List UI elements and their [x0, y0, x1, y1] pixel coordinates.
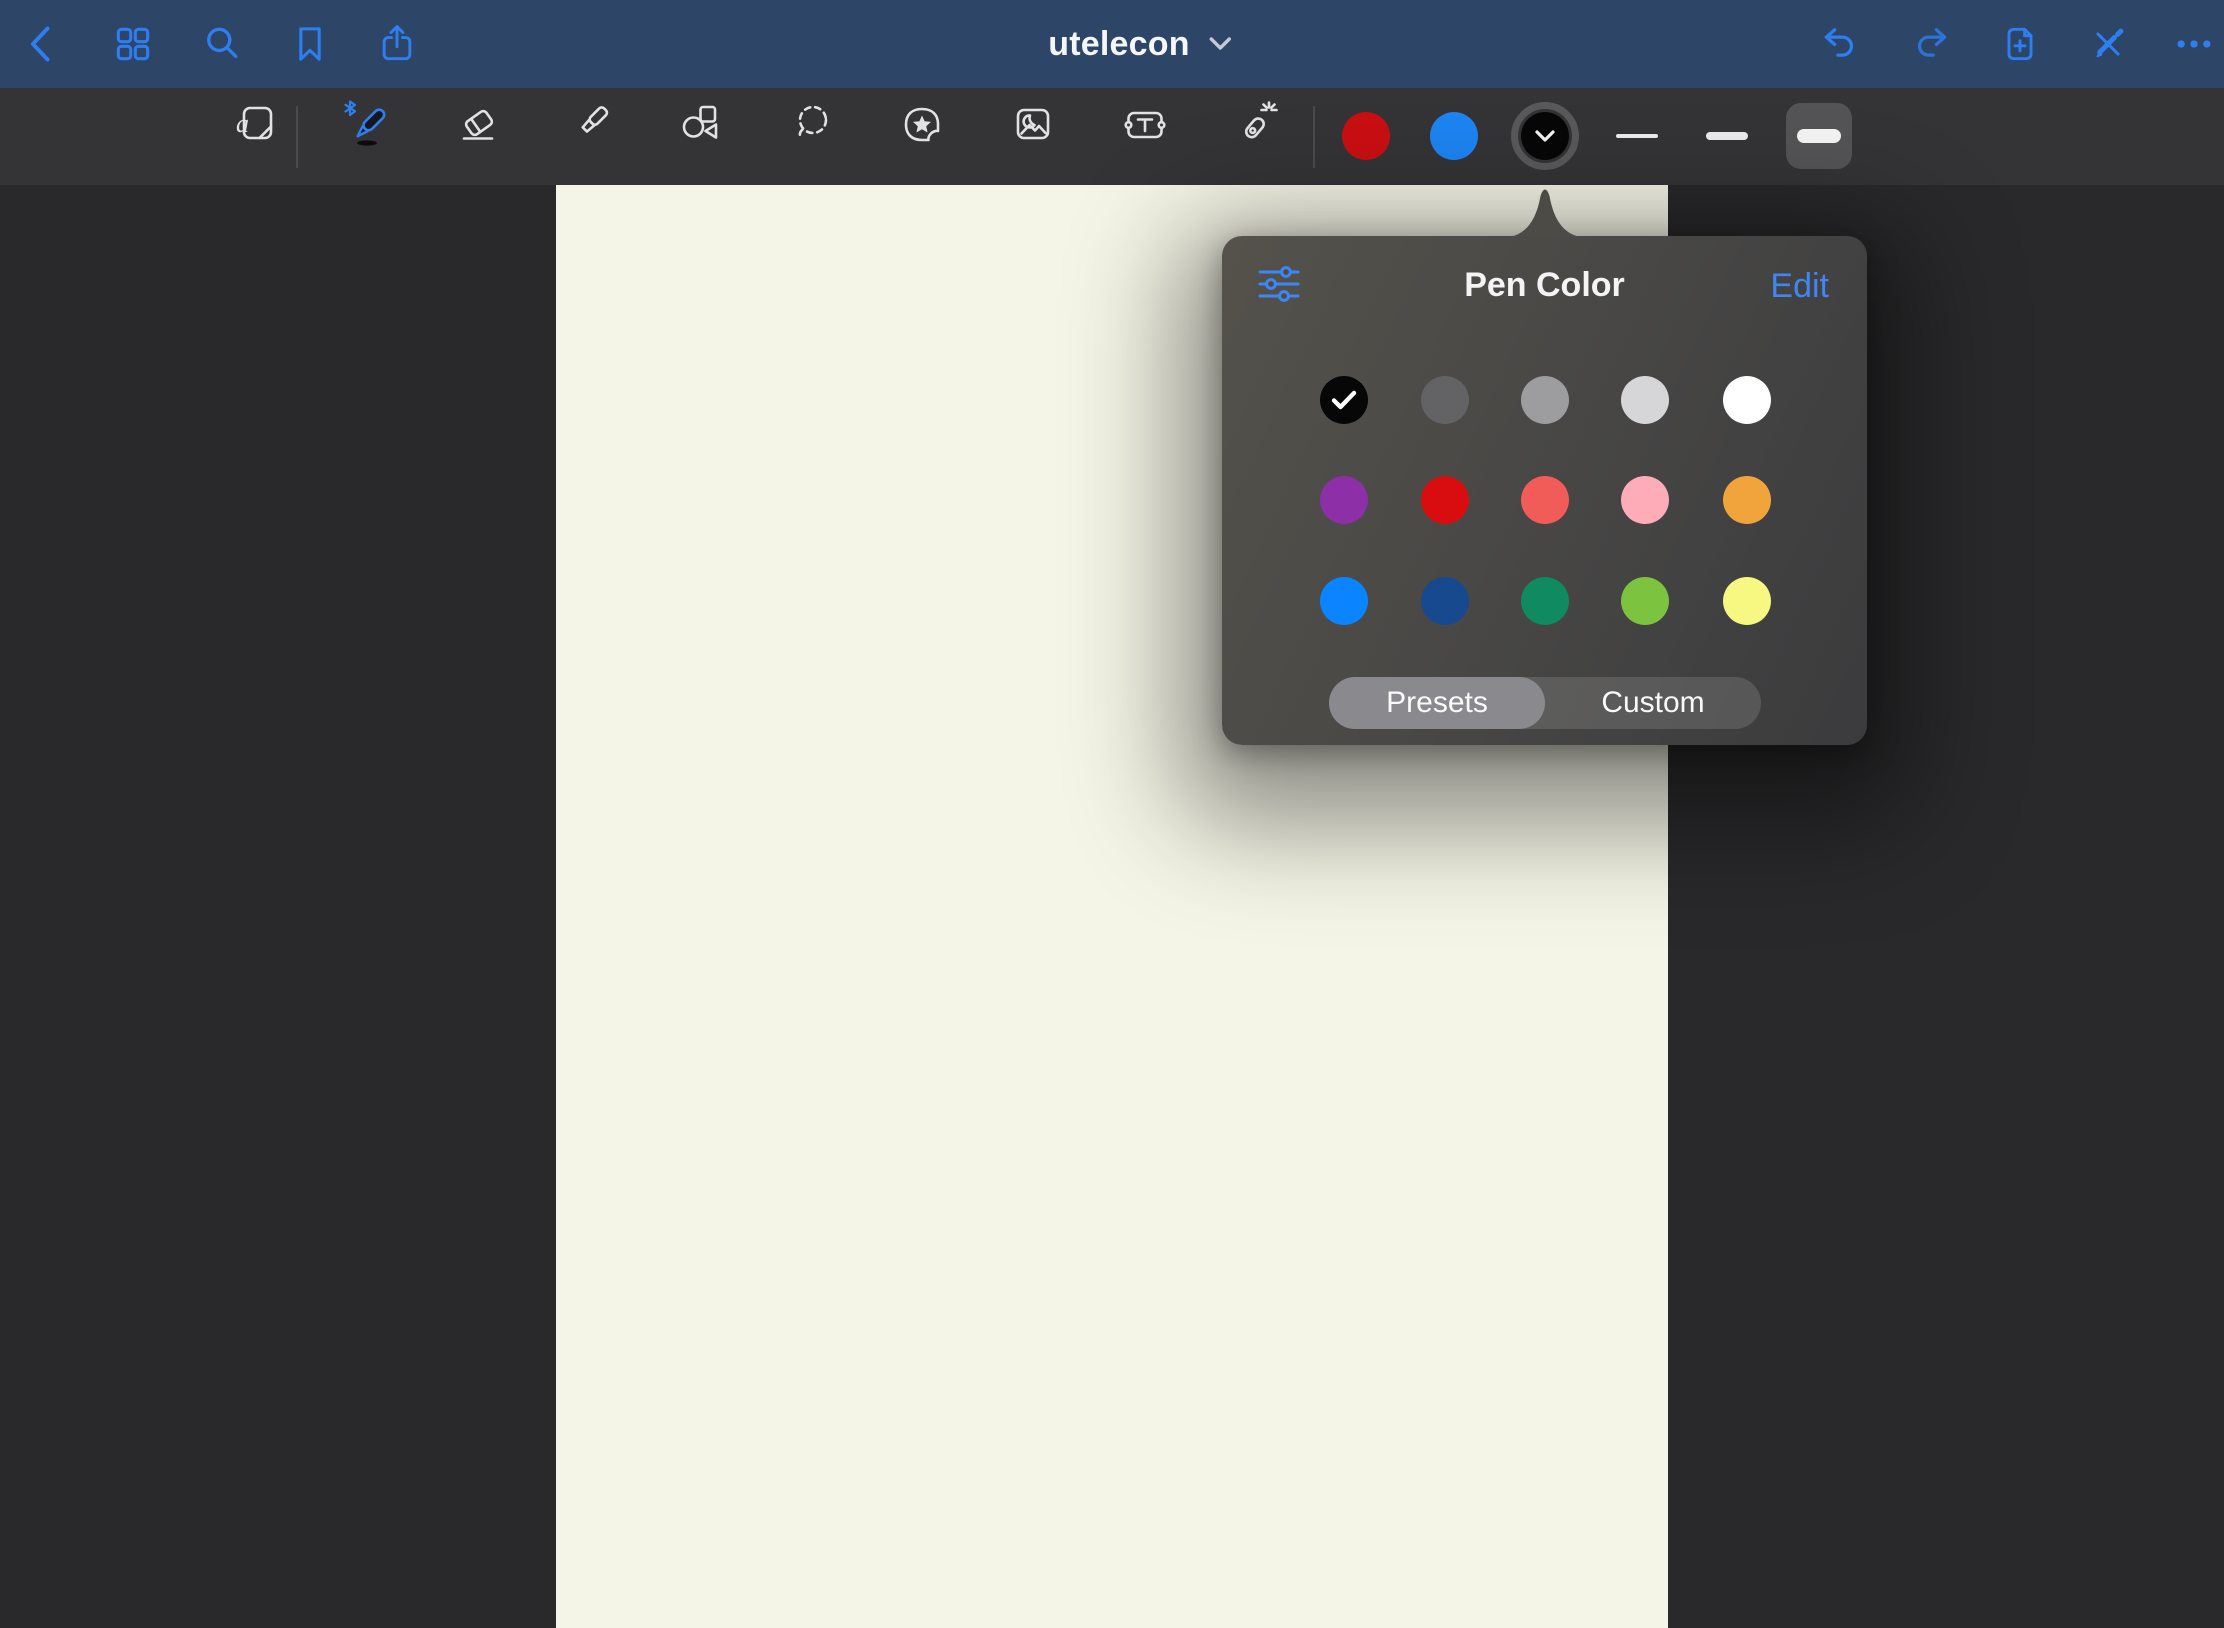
thumbnails-grid-icon[interactable] [111, 22, 155, 66]
popover-header: Pen Color Edit [1222, 236, 1867, 332]
document-title-group[interactable]: utelecon [1048, 0, 1231, 88]
thickness-thin-button[interactable] [1613, 112, 1661, 160]
swatch-coral[interactable] [1521, 476, 1569, 524]
swatch-red[interactable] [1421, 476, 1469, 524]
bookmark-icon[interactable] [288, 22, 332, 66]
chevron-down-icon [1535, 130, 1555, 143]
swatch-orange[interactable] [1723, 476, 1771, 524]
top-navigation-bar: utelecon [0, 0, 2224, 88]
swatch-blue[interactable] [1320, 577, 1368, 625]
swatch-navy[interactable] [1421, 577, 1469, 625]
medium-line [1706, 132, 1748, 140]
toolbar-divider [1313, 106, 1315, 168]
swatch-dark-gray[interactable] [1421, 376, 1469, 424]
pen-tool[interactable] [341, 100, 389, 148]
toolbar-color-red[interactable] [1342, 112, 1390, 160]
elements-tool[interactable] [898, 100, 946, 148]
document-title: utelecon [1048, 25, 1189, 64]
toolbar-divider [296, 106, 298, 168]
thick-line [1797, 129, 1841, 143]
more-ellipsis-icon[interactable] [2172, 22, 2216, 66]
color-mode-segmented-control: Presets Custom [1329, 677, 1761, 729]
back-icon[interactable] [21, 22, 65, 66]
swatch-pale-yellow[interactable] [1723, 577, 1771, 625]
tool-bar: a [0, 88, 2224, 185]
swatch-gray[interactable] [1521, 376, 1569, 424]
text-tool[interactable] [1121, 100, 1169, 148]
share-icon[interactable] [375, 22, 419, 66]
shapes-tool[interactable] [676, 100, 724, 148]
swatch-pink[interactable] [1621, 476, 1669, 524]
swatch-teal-green[interactable] [1521, 577, 1569, 625]
selected-check-icon [1331, 390, 1357, 410]
image-tool[interactable] [1009, 100, 1057, 148]
laser-pointer-tool[interactable] [1232, 100, 1280, 148]
popover-arrow [1509, 188, 1581, 237]
pen-color-popover: Pen Color Edit Presets Custom [1222, 236, 1867, 745]
svg-text:a: a [236, 109, 249, 138]
undo-icon[interactable] [1820, 22, 1864, 66]
redo-icon[interactable] [1907, 22, 1951, 66]
swatch-light-gray[interactable] [1621, 376, 1669, 424]
edit-colors-link[interactable]: Edit [1770, 267, 1829, 306]
thin-line [1616, 134, 1658, 138]
thickness-thick-button-selected[interactable] [1786, 103, 1852, 169]
toolbar-color-black-selected[interactable] [1511, 102, 1579, 170]
chevron-down-icon [1210, 37, 1232, 51]
zoom-window-tool[interactable]: a [231, 100, 279, 148]
swatch-purple[interactable] [1320, 476, 1368, 524]
eraser-tool[interactable] [454, 100, 502, 148]
swatch-black[interactable] [1320, 376, 1368, 424]
swatch-green[interactable] [1621, 577, 1669, 625]
lasso-tool[interactable] [788, 100, 836, 148]
tab-custom[interactable]: Custom [1545, 677, 1761, 729]
toolbar-color-blue[interactable] [1430, 112, 1478, 160]
readonly-pen-icon[interactable] [2086, 22, 2130, 66]
add-page-icon[interactable] [1998, 22, 2042, 66]
thickness-medium-button[interactable] [1703, 112, 1751, 160]
tab-presets[interactable]: Presets [1329, 677, 1545, 729]
highlighter-tool[interactable] [566, 100, 614, 148]
swatch-white[interactable] [1723, 376, 1771, 424]
search-icon[interactable] [200, 22, 244, 66]
